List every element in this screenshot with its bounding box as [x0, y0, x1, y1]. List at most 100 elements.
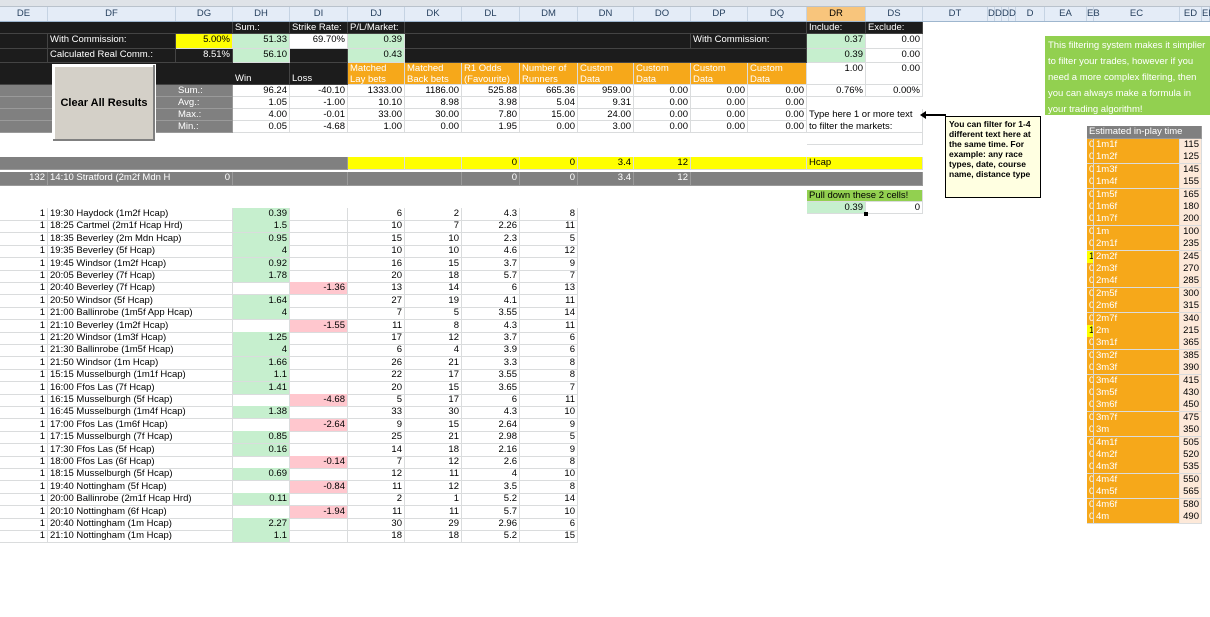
est-distance[interactable]: 4m1f	[1094, 436, 1180, 450]
stat-value[interactable]: 0.00	[634, 97, 691, 109]
est-flag[interactable]: 0	[1087, 213, 1094, 227]
est-seconds[interactable]: 430	[1180, 387, 1202, 400]
column-header-dn[interactable]: DN	[578, 7, 634, 21]
column-header-dh[interactable]: DH	[233, 7, 290, 21]
est-distance[interactable]: 4m	[1094, 511, 1180, 524]
est-flag[interactable]: 0	[1087, 275, 1094, 289]
est-distance[interactable]: 1m7f	[1094, 213, 1180, 227]
est-seconds[interactable]: 415	[1180, 374, 1202, 388]
est-flag[interactable]: 0	[1087, 225, 1094, 239]
race-name[interactable]: 21:10 Nottingham (1m Hcap)	[48, 530, 233, 544]
column-header-dq[interactable]: DQ	[748, 7, 807, 21]
column-header-d[interactable]: D	[995, 7, 1002, 21]
est-flag[interactable]: 0	[1087, 387, 1094, 400]
est-seconds[interactable]: 115	[1180, 139, 1202, 152]
clear-all-results-button[interactable]: Clear All Results	[52, 64, 156, 142]
est-seconds[interactable]: 390	[1180, 362, 1202, 376]
est-distance[interactable]: 2m	[1094, 325, 1180, 338]
column-header-df[interactable]: DF	[48, 7, 176, 21]
exclude-4[interactable]: 0.00%	[866, 85, 923, 97]
cell[interactable]	[405, 22, 807, 34]
include-2[interactable]: 0.39	[807, 49, 866, 63]
est-distance[interactable]: 1m2f	[1094, 151, 1180, 165]
est-distance[interactable]: 1m5f	[1094, 188, 1180, 202]
est-seconds[interactable]: 215	[1180, 325, 1202, 338]
stat-loss[interactable]: -1.00	[290, 97, 348, 109]
est-seconds[interactable]: 285	[1180, 275, 1202, 289]
est-distance[interactable]: 4m5f	[1094, 486, 1180, 500]
orange-header[interactable]: Number of Runners	[520, 63, 578, 85]
stat-value[interactable]: 0.00	[748, 85, 807, 97]
est-distance[interactable]: 4m4f	[1094, 473, 1180, 487]
exclude-1[interactable]: 0.00	[866, 34, 923, 49]
cell[interactable]	[405, 34, 691, 49]
est-flag[interactable]: 0	[1087, 263, 1094, 276]
column-header-d[interactable]: D	[1002, 7, 1009, 21]
est-seconds[interactable]: 245	[1180, 250, 1202, 264]
column-header-di[interactable]: DI	[290, 7, 348, 21]
est-distance[interactable]: 2m6f	[1094, 300, 1180, 314]
column-header-ec[interactable]: EC	[1094, 7, 1180, 21]
est-flag[interactable]: 0	[1087, 349, 1094, 363]
est-seconds[interactable]: 125	[1180, 151, 1202, 165]
column-header-d[interactable]: D	[1016, 7, 1045, 21]
stat-value[interactable]: 1333.00	[348, 85, 405, 97]
stat-value[interactable]: 0.00	[691, 97, 748, 109]
loss-label[interactable]: Loss	[290, 63, 348, 85]
with-commission-label-2[interactable]: With Commission:	[691, 34, 807, 49]
stat-label[interactable]: Sum.:	[176, 85, 233, 97]
stat-value[interactable]: 525.88	[462, 85, 520, 97]
orange-header[interactable]: R1 Odds (Favourite)	[462, 63, 520, 85]
est-distance[interactable]: 4m2f	[1094, 449, 1180, 462]
est-flag[interactable]: 1	[1087, 250, 1094, 264]
est-seconds[interactable]: 505	[1180, 436, 1202, 450]
stat-value[interactable]: 3.98	[462, 97, 520, 109]
est-flag[interactable]: 0	[1087, 498, 1094, 512]
stat-label[interactable]: Avg.:	[176, 97, 233, 109]
with-commission-label[interactable]: With Commission:	[48, 34, 176, 49]
column-header-ed[interactable]: ED	[1180, 7, 1202, 21]
stat-value[interactable]: 959.00	[578, 85, 634, 97]
exclude-2[interactable]: 0.00	[866, 49, 923, 63]
stat-value[interactable]: 0.00	[634, 85, 691, 97]
est-flag[interactable]: 0	[1087, 238, 1094, 252]
est-seconds[interactable]: 535	[1180, 461, 1202, 475]
fill-handle[interactable]	[864, 212, 868, 216]
est-distance[interactable]: 2m3f	[1094, 263, 1180, 276]
column-header-eb[interactable]: EB	[1087, 7, 1100, 21]
exclude-label[interactable]: Exclude:	[866, 22, 923, 34]
est-seconds[interactable]: 155	[1180, 176, 1202, 190]
stat-value[interactable]: 665.36	[520, 85, 578, 97]
est-distance[interactable]: 1m4f	[1094, 176, 1180, 190]
est-flag[interactable]: 0	[1087, 461, 1094, 475]
column-header-dp[interactable]: DP	[691, 7, 748, 21]
est-distance[interactable]: 3m4f	[1094, 374, 1180, 388]
calc-sum[interactable]: 56.10	[233, 49, 290, 63]
column-header-dk[interactable]: DK	[405, 7, 462, 21]
est-distance[interactable]: 1m3f	[1094, 163, 1180, 177]
est-distance[interactable]: 2m1f	[1094, 238, 1180, 252]
est-flag[interactable]: 0	[1087, 436, 1094, 450]
est-flag[interactable]: 0	[1087, 411, 1094, 425]
est-seconds[interactable]: 350	[1180, 424, 1202, 438]
column-header-dg[interactable]: DG	[176, 7, 233, 21]
column-header-d[interactable]: D	[1009, 7, 1016, 21]
race-loss[interactable]	[290, 530, 348, 544]
est-seconds[interactable]: 450	[1180, 399, 1202, 413]
est-distance[interactable]: 3m6f	[1094, 399, 1180, 413]
est-flag[interactable]: 1	[1087, 325, 1094, 338]
cell[interactable]	[0, 22, 233, 34]
exclude-3[interactable]: 0.00	[866, 63, 923, 85]
est-flag[interactable]: 0	[1087, 312, 1094, 326]
strike-rate[interactable]: 69.70%	[290, 34, 348, 49]
pl-market[interactable]: 0.39	[348, 34, 405, 49]
r1-odds[interactable]: 5.2	[462, 530, 520, 544]
est-flag[interactable]: 0	[1087, 473, 1094, 487]
est-seconds[interactable]: 580	[1180, 498, 1202, 512]
est-flag[interactable]: 0	[1087, 511, 1094, 524]
column-header-d[interactable]: D	[988, 7, 995, 21]
commission-pct[interactable]: 5.00%	[176, 34, 233, 49]
column-header-do[interactable]: DO	[634, 7, 691, 21]
est-flag[interactable]: 0	[1087, 300, 1094, 314]
est-distance[interactable]: 3m7f	[1094, 411, 1180, 425]
